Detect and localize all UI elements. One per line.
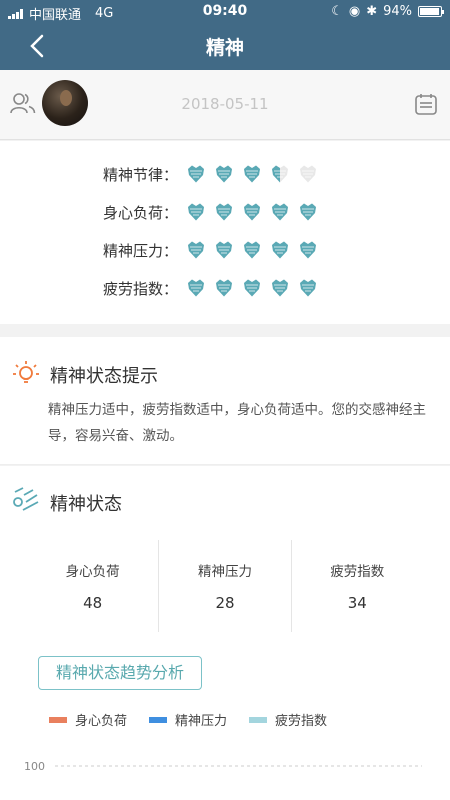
stat-label: 疲劳指数 bbox=[330, 564, 385, 580]
stat-value: 28 bbox=[215, 594, 235, 612]
rating-row: 疲劳指数： bbox=[0, 275, 450, 301]
legend-item: 身心负荷 bbox=[49, 710, 127, 729]
chart-legend: 身心负荷 精神压力 疲劳指数 bbox=[49, 710, 327, 729]
lightbulb-icon bbox=[13, 361, 39, 383]
heart-icon bbox=[188, 165, 204, 183]
battery-label: 94% bbox=[383, 4, 412, 19]
stat-load: 身心负荷 48 bbox=[27, 540, 160, 632]
heart-icon bbox=[188, 203, 204, 221]
rating-hearts bbox=[186, 240, 318, 260]
legend-label: 精神压力 bbox=[175, 714, 228, 729]
moon-icon: ☾ bbox=[331, 4, 343, 19]
status-bar: 中国联通 4G 09:40 ☾ ◉ ✱ 94% bbox=[0, 0, 450, 24]
stat-fatigue: 疲劳指数 34 bbox=[292, 540, 423, 632]
heart-icon bbox=[188, 241, 204, 259]
stat-label: 身心负荷 bbox=[65, 564, 120, 580]
heart-icon bbox=[216, 241, 232, 259]
legend-swatch bbox=[149, 716, 168, 723]
rating-hearts bbox=[186, 164, 318, 184]
rating-hearts bbox=[186, 278, 318, 298]
bluetooth-icon: ✱ bbox=[366, 4, 378, 19]
state-section: 精神状态 身心负荷 48 精神压力 28 疲劳指数 34 精神状态趋势分析 身心… bbox=[0, 466, 450, 800]
rating-row: 精神节律： bbox=[0, 161, 450, 187]
heart-icon bbox=[300, 165, 316, 183]
trend-chart: 100 bbox=[24, 760, 422, 773]
top-bar: 中国联通 4G 09:40 ☾ ◉ ✱ 94% 精神 bbox=[0, 0, 450, 70]
legend-label: 疲劳指数 bbox=[275, 714, 328, 729]
heart-icon bbox=[300, 203, 316, 221]
legend-item: 精神压力 bbox=[149, 710, 227, 729]
tips-title: 精神状态提示 bbox=[50, 366, 158, 387]
page-title: 精神 bbox=[205, 37, 244, 59]
stats-row: 身心负荷 48 精神压力 28 疲劳指数 34 bbox=[27, 540, 423, 632]
heart-icon bbox=[216, 165, 232, 183]
state-title: 精神状态 bbox=[50, 494, 122, 515]
legend-swatch bbox=[49, 716, 67, 723]
rating-hearts bbox=[186, 202, 318, 222]
heart-icon bbox=[244, 203, 260, 221]
date-label[interactable]: 2018-05-11 bbox=[0, 95, 450, 113]
heart-icon bbox=[244, 165, 260, 183]
stat-label: 精神压力 bbox=[197, 564, 252, 580]
heart-icon bbox=[272, 241, 288, 259]
waves-icon bbox=[13, 487, 39, 511]
trend-analysis-button[interactable]: 精神状态趋势分析 bbox=[38, 656, 202, 690]
calendar-icon[interactable] bbox=[414, 92, 438, 116]
legend-swatch bbox=[249, 716, 268, 723]
rating-row: 身心负荷： bbox=[0, 199, 450, 225]
heart-icon bbox=[300, 241, 316, 259]
stat-pressure: 精神压力 28 bbox=[159, 540, 292, 632]
ratings-card: 精神节律： 身心负荷： 精神压力： 疲劳指数： bbox=[0, 141, 450, 324]
rating-label: 精神节律： bbox=[102, 165, 178, 184]
heart-icon bbox=[300, 279, 316, 297]
heart-icon bbox=[216, 203, 232, 221]
heart-icon bbox=[244, 279, 260, 297]
legend-label: 身心负荷 bbox=[75, 714, 128, 729]
y-tick-label: 100 bbox=[24, 760, 45, 773]
rating-label: 疲劳指数： bbox=[102, 279, 178, 298]
user-date-bar: 2018-05-11 bbox=[0, 70, 450, 140]
heart-icon bbox=[272, 279, 288, 297]
battery-icon bbox=[418, 6, 444, 17]
heart-icon bbox=[188, 279, 204, 297]
heart-icon bbox=[216, 279, 232, 297]
rating-label: 身心负荷： bbox=[102, 203, 178, 222]
tips-text: 精神压力适中，疲劳指数适中，身心负荷适中。您的交感神经主导，容易兴奋、激动。 bbox=[48, 402, 426, 444]
rating-row: 精神压力： bbox=[0, 237, 450, 263]
heart-icon bbox=[272, 203, 288, 221]
stat-value: 34 bbox=[347, 594, 367, 612]
stat-value: 48 bbox=[83, 594, 103, 612]
heart-icon bbox=[272, 165, 288, 183]
tips-section: 精神状态提示 精神压力适中，疲劳指数适中，身心负荷适中。您的交感神经主导，容易兴… bbox=[0, 337, 450, 465]
lock-rotation-icon: ◉ bbox=[348, 4, 361, 19]
rating-label: 精神压力： bbox=[102, 241, 178, 260]
legend-item: 疲劳指数 bbox=[249, 710, 327, 729]
heart-icon bbox=[244, 241, 260, 259]
